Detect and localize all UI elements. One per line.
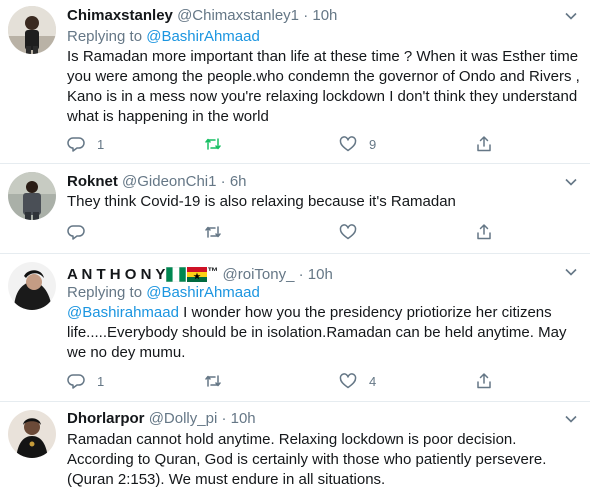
separator-dot: · xyxy=(221,410,227,427)
retweet-icon xyxy=(205,226,221,238)
avatar[interactable] xyxy=(8,410,56,458)
user-handle[interactable]: @Chimaxstanley1 xyxy=(177,7,299,24)
avatar-image xyxy=(8,6,56,54)
more-caret-icon[interactable] xyxy=(564,175,578,189)
share-icon xyxy=(477,136,491,152)
tweet-header: Roknet @GideonChi1 · 6h xyxy=(67,172,247,192)
tweet-roknet[interactable]: Roknet @GideonChi1 · 6h They think Covid… xyxy=(0,164,590,254)
user-handle[interactable]: @GideonChi1 xyxy=(122,173,216,190)
share-button[interactable] xyxy=(475,222,493,242)
replying-to: Replying to @BashirAhmaad xyxy=(67,283,260,303)
share-icon xyxy=(477,373,491,389)
timestamp[interactable]: 6h xyxy=(230,173,247,190)
replying-to: Replying to @BashirAhmaad xyxy=(67,27,260,47)
more-caret-icon[interactable] xyxy=(564,9,578,23)
display-name[interactable]: A N T H O N Y xyxy=(67,266,165,283)
retweet-button[interactable] xyxy=(204,134,234,154)
retweet-button[interactable] xyxy=(204,371,234,391)
more-caret-icon[interactable] xyxy=(564,412,578,426)
tweet-dhorlarpor[interactable]: Dhorlarpor @Dolly_pi · 10h Ramadan canno… xyxy=(0,402,590,496)
like-icon xyxy=(339,373,357,389)
retweet-button[interactable] xyxy=(204,222,234,242)
tweet-header: Dhorlarpor @Dolly_pi · 10h xyxy=(67,409,256,429)
like-count: 9 xyxy=(369,136,377,152)
like-button[interactable]: 4 xyxy=(339,371,376,391)
tweet-chimaxstanley[interactable]: Chimaxstanley @Chimaxstanley1 · 10h Repl… xyxy=(0,0,590,164)
timestamp[interactable]: 10h xyxy=(312,7,337,24)
share-icon xyxy=(477,224,491,240)
nigeria-flag-icon xyxy=(166,267,187,282)
replying-to-link[interactable]: @BashirAhmaad xyxy=(146,28,260,45)
like-count: 4 xyxy=(369,373,377,389)
separator-dot: · xyxy=(303,7,309,24)
reply-button[interactable] xyxy=(67,222,97,242)
display-name[interactable]: Dhorlarpor xyxy=(67,410,145,427)
replying-to-label: Replying to xyxy=(67,284,147,301)
avatar[interactable] xyxy=(8,172,56,220)
share-button[interactable] xyxy=(475,371,493,391)
like-icon xyxy=(339,136,357,152)
reply-count: 1 xyxy=(97,136,105,152)
user-handle[interactable]: @roiTony_ xyxy=(223,266,295,283)
separator-dot: · xyxy=(298,266,304,283)
like-button[interactable]: 9 xyxy=(339,134,376,154)
tweet-actions: 1 9 xyxy=(67,134,507,154)
tweet-text: They think Covid-19 is also relaxing bec… xyxy=(67,193,456,210)
replying-to-link[interactable]: @BashirAhmaad xyxy=(146,284,260,301)
reply-icon xyxy=(67,374,85,389)
reply-count: 1 xyxy=(97,373,105,389)
more-caret-icon[interactable] xyxy=(564,265,578,279)
tweet-header: A N T H O N Y ™ @roiTony_ · 10h xyxy=(67,262,333,285)
separator-dot: · xyxy=(220,173,226,190)
reply-icon xyxy=(67,225,85,240)
avatar[interactable] xyxy=(8,6,56,54)
reply-button[interactable]: 1 xyxy=(67,134,104,154)
reply-button[interactable]: 1 xyxy=(67,371,104,391)
user-handle[interactable]: @Dolly_pi xyxy=(149,410,218,427)
display-name[interactable]: Roknet xyxy=(67,173,118,190)
share-button[interactable] xyxy=(475,134,493,154)
avatar[interactable] xyxy=(8,262,56,310)
timestamp[interactable]: 10h xyxy=(231,410,256,427)
tweet-anthony[interactable]: A N T H O N Y ™ @roiTony_ · 10h Replying … xyxy=(0,254,590,402)
like-button[interactable] xyxy=(339,222,369,242)
replying-to-label: Replying to xyxy=(67,28,147,45)
avatar-image xyxy=(8,410,56,458)
like-icon xyxy=(339,224,357,240)
tweet-actions xyxy=(67,222,507,242)
display-name-suffix: ™ xyxy=(207,266,219,278)
timestamp[interactable]: 10h xyxy=(308,266,333,283)
mention-link[interactable]: @Bashirahmaad xyxy=(67,304,179,321)
retweet-icon xyxy=(205,138,221,150)
avatar-image xyxy=(8,262,56,310)
retweet-icon xyxy=(205,375,221,387)
ghana-flag-icon xyxy=(187,267,208,282)
avatar-image xyxy=(8,172,56,220)
tweet-text: Ramadan cannot hold anytime. Relaxing lo… xyxy=(67,431,547,488)
display-name[interactable]: Chimaxstanley xyxy=(67,7,173,24)
tweet-text: @Bashirahmaad I wonder how you the presi… xyxy=(67,303,582,363)
reply-icon xyxy=(67,137,85,152)
tweet-header: Chimaxstanley @Chimaxstanley1 · 10h xyxy=(67,6,337,26)
tweet-text: Is Ramadan more important than life at t… xyxy=(67,48,580,125)
tweet-actions: 1 4 xyxy=(67,371,507,391)
